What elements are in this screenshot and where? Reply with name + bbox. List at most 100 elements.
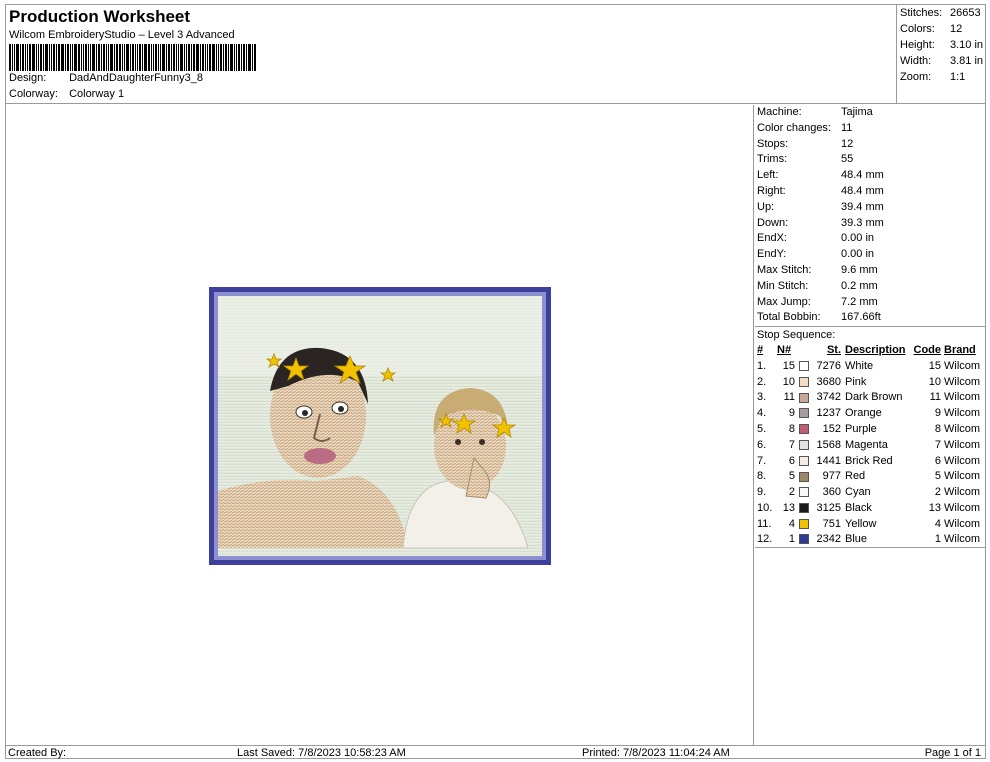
table-row: 8. 5 977 Red 5 Wilcom — [757, 470, 981, 483]
color-swatch — [799, 439, 809, 450]
info-label: Machine: — [757, 106, 802, 118]
summary-row: Width: 3.81 in — [900, 55, 984, 67]
printed-date: Printed: 7/8/2023 11:04:24 AM — [582, 747, 730, 759]
info-label: Min Stitch: — [757, 279, 809, 292]
last-saved: Last Saved: 7/8/2023 10:58:23 AM — [237, 747, 406, 759]
table-row: 6. 7 1568 Magenta 7 Wilcom — [757, 438, 981, 451]
colorway-label: Colorway: — [9, 88, 58, 100]
design-value: DadAndDaughterFunny3_8 — [69, 72, 203, 84]
table-row: 10. 13 3125 Black 13 Wilcom — [757, 502, 981, 515]
table-row: 9. 2 360 Cyan 2 Wilcom — [757, 486, 981, 499]
barcode-image — [9, 44, 309, 71]
colorway-value: Colorway 1 — [69, 88, 125, 100]
table-row: 5. 8 152 Purple 8 Wilcom — [757, 423, 981, 436]
info-value: 12 — [841, 137, 854, 150]
summary-row: Colors: 12 — [900, 23, 963, 35]
color-swatch — [799, 471, 809, 482]
col-description: Description — [845, 344, 906, 357]
color-swatch — [799, 376, 809, 387]
info-row: Max Jump: 7.2 mm — [755, 295, 986, 311]
info-label: Max Jump: — [757, 295, 811, 308]
info-row: Stops: 12 — [755, 137, 986, 153]
info-label: Left: — [757, 169, 779, 182]
worksheet-footer: Created By: Last Saved: 7/8/2023 10:58:2… — [6, 745, 985, 759]
info-value: 11 — [841, 121, 853, 134]
info-value: Tajima — [841, 106, 873, 118]
table-header-row: # N# St. Description Code Brand — [755, 342, 986, 358]
production-worksheet: Production Worksheet Wilcom EmbroiderySt… — [5, 4, 986, 759]
info-row: Down: 39.3 mm — [755, 216, 986, 232]
stop-sequence-title: Stop Sequence: — [755, 326, 986, 342]
machine-info-panel: Machine: Tajima Color changes: 11 Stops: 12 Tr… — [755, 105, 986, 745]
summary-row: Zoom: 1:1 — [900, 71, 966, 83]
info-value: 55 — [841, 153, 854, 166]
info-row: Right: 48.4 mm — [755, 184, 986, 200]
table-row: 12. 1 2342 Blue 1 Wilcom — [757, 533, 981, 546]
info-row: Machine: Tajima — [755, 105, 986, 121]
info-value: 39.4 mm — [841, 200, 884, 213]
page-number: Page 1 of 1 — [924, 747, 981, 759]
info-row: Left: 48.4 mm — [755, 168, 986, 184]
col-brand: Brand — [944, 344, 976, 357]
design-preview — [6, 105, 754, 745]
color-swatch — [799, 487, 809, 498]
info-label: Up: — [757, 200, 775, 213]
info-row: EndX: 0.00 in — [755, 231, 986, 247]
embroidery-design-image — [209, 287, 551, 565]
summary-row: Stitches: 26653 — [900, 7, 981, 19]
design-label: Design: — [9, 72, 47, 84]
summary-row: Height: 3.10 in — [900, 39, 984, 51]
info-value: 0.00 in — [841, 232, 875, 245]
info-row: Up: 39.4 mm — [755, 200, 986, 216]
info-row: Trims: 55 — [755, 152, 986, 168]
table-row: 3. 11 3742 Dark Brown 11 Wilcom — [757, 391, 981, 404]
info-value: 39.3 mm — [841, 216, 884, 229]
info-label: Color changes: — [757, 121, 831, 134]
info-value: 0.2 mm — [841, 279, 878, 292]
table-row: 1. 15 7276 White 15 Wilcom — [757, 359, 981, 372]
table-row: 11. 4 751 Yellow 4 Wilcom — [757, 517, 981, 530]
info-value: 7.2 mm — [841, 295, 878, 308]
created-by: Created By: — [8, 747, 67, 759]
col-code: Code — [913, 344, 942, 357]
color-swatch — [799, 503, 809, 514]
color-swatch — [799, 408, 809, 419]
info-label: Trims: — [757, 153, 788, 166]
info-label: EndY: — [757, 248, 787, 261]
page-title: Production Worksheet — [9, 7, 191, 26]
info-row: EndY: 0.00 in — [755, 247, 986, 263]
software-name: Wilcom EmbroideryStudio – Level 3 Advanc… — [9, 29, 235, 41]
info-label: Stops: — [757, 137, 789, 150]
design-summary: Stitches: 26653 Colors: 12 Height: 3.10 in … — [896, 5, 986, 104]
info-row: Min Stitch: 0.2 mm — [755, 279, 986, 295]
info-label: Down: — [757, 216, 789, 229]
info-label: EndX: — [757, 232, 787, 245]
col-stitches: St. — [826, 344, 841, 357]
table-row: 4. 9 1237 Orange 9 Wilcom — [757, 407, 981, 420]
col-needle: N# — [777, 344, 792, 357]
color-swatch — [799, 392, 809, 403]
info-label: Right: — [757, 184, 786, 197]
table-row: 7. 6 1441 Brick Red 6 Wilcom — [757, 454, 981, 467]
col-index: # — [757, 344, 764, 357]
worksheet-header: Production Worksheet Wilcom EmbroiderySt… — [6, 5, 896, 104]
color-swatch — [799, 518, 809, 529]
design-row: Design: DadAndDaughterFunny3_8 — [9, 72, 203, 84]
info-value: 48.4 mm — [841, 169, 884, 182]
man-mouth — [304, 448, 336, 464]
color-swatch — [799, 534, 809, 545]
info-row: Color changes: 11 — [755, 121, 986, 137]
color-swatch — [799, 424, 809, 435]
table-row: 2. 10 3680 Pink 10 Wilcom — [757, 375, 981, 388]
info-value: 0.00 in — [841, 248, 875, 261]
info-value: 167.66ft — [841, 311, 881, 324]
info-value: 9.6 mm — [841, 263, 878, 276]
info-label: Max Stitch: — [757, 263, 812, 276]
stop-sequence-table: # N# St. Description Code Brand 1. 15 7276… — [755, 342, 986, 549]
colorway-row: Colorway: Colorway 1 — [9, 88, 124, 100]
info-row: Total Bobbin: 167.66ft — [755, 310, 986, 326]
color-swatch — [799, 360, 809, 371]
info-value: 48.4 mm — [841, 184, 884, 197]
color-swatch — [799, 455, 809, 466]
info-row: Max Stitch: 9.6 mm — [755, 263, 986, 279]
